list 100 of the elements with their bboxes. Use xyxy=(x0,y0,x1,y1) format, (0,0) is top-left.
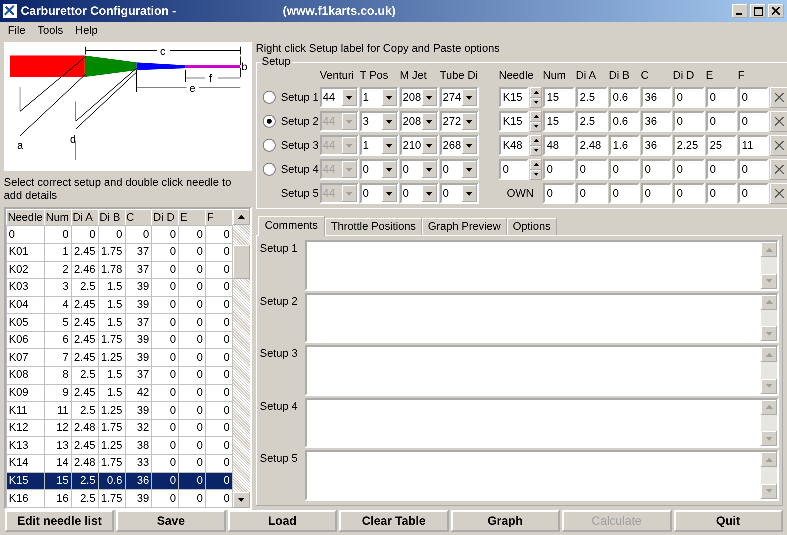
table-row[interactable]: K11 11 2.5 1.25 39 0 0 0 xyxy=(6,402,232,420)
value-field[interactable]: 0 xyxy=(609,183,640,204)
column-header[interactable]: F xyxy=(206,210,232,226)
value-field[interactable]: 0 xyxy=(673,111,705,132)
value-field[interactable]: 0 xyxy=(543,159,575,180)
table-row[interactable]: 0 0 0 0 0 0 0 0 xyxy=(6,226,232,244)
value-field[interactable]: 0 xyxy=(673,87,705,108)
clear-button[interactable] xyxy=(770,183,787,204)
maximize-button[interactable] xyxy=(750,4,766,18)
column-header[interactable]: C xyxy=(125,210,152,226)
value-field[interactable]: 0 xyxy=(609,159,640,180)
value-field[interactable]: 0 xyxy=(641,183,672,204)
dropdown[interactable]: 44 xyxy=(320,87,359,108)
dropdown[interactable]: 0 xyxy=(440,159,479,180)
tab[interactable]: Comments xyxy=(258,216,326,236)
dropdown[interactable]: 0 xyxy=(400,183,439,204)
table-row[interactable]: K16 16 2.5 1.75 39 0 0 0 xyxy=(6,490,232,508)
value-field[interactable]: 0 xyxy=(706,111,737,132)
dropdown[interactable]: 210 xyxy=(400,135,439,156)
value-field[interactable]: 1.6 xyxy=(609,135,640,156)
table-row[interactable]: K06 6 2.45 1.75 39 0 0 0 xyxy=(6,331,232,349)
action-button[interactable]: Quit xyxy=(674,510,783,532)
dropdown[interactable]: 0 xyxy=(360,159,399,180)
value-field[interactable]: 0.6 xyxy=(609,87,640,108)
value-field[interactable]: 11 xyxy=(738,135,769,156)
dropdown[interactable]: 1 xyxy=(360,87,399,108)
needle-field[interactable]: 0 xyxy=(499,159,529,180)
column-header[interactable]: Needle xyxy=(6,210,44,226)
clear-button[interactable] xyxy=(770,111,787,132)
action-button[interactable]: Graph xyxy=(450,510,560,532)
radio-button[interactable] xyxy=(263,91,276,104)
table-row[interactable]: K13 13 2.45 1.25 38 0 0 0 xyxy=(6,436,232,455)
dropdown[interactable]: 3 xyxy=(360,111,399,132)
spinner[interactable] xyxy=(530,159,542,180)
setup-label[interactable]: Setup 1 xyxy=(281,92,319,104)
value-field[interactable]: 0 xyxy=(738,159,769,180)
dropdown[interactable]: 208 xyxy=(400,111,439,132)
column-header[interactable]: Num xyxy=(44,210,72,226)
value-field[interactable]: 0 xyxy=(738,87,769,108)
clear-button[interactable] xyxy=(770,87,787,108)
close-button[interactable] xyxy=(768,4,784,18)
radio-button[interactable] xyxy=(263,115,276,128)
column-header[interactable]: Di A xyxy=(71,210,98,226)
tab[interactable]: Graph Preview xyxy=(422,218,507,235)
table-row[interactable]: K07 7 2.45 1.25 39 0 0 0 xyxy=(6,348,232,367)
value-field[interactable]: 0.6 xyxy=(609,111,640,132)
value-field[interactable]: 0 xyxy=(738,111,769,132)
action-button[interactable]: Clear Table xyxy=(339,510,449,532)
table-row[interactable]: K03 3 2.5 1.5 39 0 0 0 xyxy=(6,278,232,296)
minimize-button[interactable] xyxy=(732,4,748,18)
scrollbar[interactable] xyxy=(233,209,250,508)
value-field[interactable]: 0 xyxy=(738,183,769,204)
value-field[interactable]: 0 xyxy=(576,183,608,204)
dropdown[interactable]: 1 xyxy=(360,135,399,156)
value-field[interactable]: 15 xyxy=(543,111,575,132)
scroll-thumb[interactable] xyxy=(233,245,250,280)
table-row[interactable]: K12 12 2.48 1.75 32 0 0 0 xyxy=(6,419,232,437)
menu-item[interactable]: Tools xyxy=(38,25,64,37)
scroll-down-icon[interactable] xyxy=(233,492,250,508)
dropdown[interactable]: 268 xyxy=(440,135,479,156)
table-row[interactable]: K14 14 2.48 1.75 33 0 0 0 xyxy=(6,454,232,472)
menu-item[interactable]: File xyxy=(8,25,26,37)
tab[interactable]: Throttle Positions xyxy=(325,218,422,235)
needle-field[interactable]: K48 xyxy=(499,135,529,156)
clear-button[interactable] xyxy=(770,135,787,156)
setup-label[interactable]: Setup 5 xyxy=(281,188,319,200)
dropdown[interactable]: 0 xyxy=(400,159,439,180)
value-field[interactable]: 0 xyxy=(706,183,737,204)
table-row[interactable]: K04 4 2.45 1.5 39 0 0 0 xyxy=(6,296,232,314)
setup-label[interactable]: Setup 4 xyxy=(281,164,319,176)
spinner[interactable] xyxy=(530,135,542,156)
value-field[interactable]: 2.48 xyxy=(576,135,608,156)
value-field[interactable]: 0 xyxy=(576,159,608,180)
table-row[interactable]: K15 15 2.5 0.6 36 0 0 0 xyxy=(6,472,232,490)
value-field[interactable]: 36 xyxy=(641,135,672,156)
value-field[interactable]: 2.25 xyxy=(673,135,705,156)
value-field[interactable]: 2.5 xyxy=(576,111,608,132)
value-field[interactable]: 15 xyxy=(543,87,575,108)
value-field[interactable]: 25 xyxy=(706,135,737,156)
value-field[interactable]: 2.5 xyxy=(576,87,608,108)
clear-button[interactable] xyxy=(770,159,787,180)
needle-field[interactable]: K15 xyxy=(499,87,529,108)
value-field[interactable]: 36 xyxy=(641,111,672,132)
spinner[interactable] xyxy=(530,111,542,132)
action-button[interactable]: Save xyxy=(116,510,226,532)
spinner[interactable] xyxy=(530,87,542,108)
dropdown[interactable]: 0 xyxy=(360,183,399,204)
action-button[interactable]: Load xyxy=(228,510,338,532)
dropdown[interactable]: 0 xyxy=(440,183,479,204)
action-button[interactable]: Edit needle list xyxy=(5,510,114,532)
value-field[interactable]: 48 xyxy=(543,135,575,156)
dropdown[interactable]: 272 xyxy=(440,111,479,132)
value-field[interactable]: 0 xyxy=(641,159,672,180)
setup-label[interactable]: Setup 2 xyxy=(281,116,319,128)
value-field[interactable]: 0 xyxy=(706,159,737,180)
needle-field[interactable]: K15 xyxy=(499,111,529,132)
radio-button[interactable] xyxy=(263,139,276,152)
scroll-up-icon[interactable] xyxy=(233,209,250,226)
column-header[interactable]: Di B xyxy=(98,210,126,226)
setup-label[interactable]: Setup 3 xyxy=(281,140,319,152)
